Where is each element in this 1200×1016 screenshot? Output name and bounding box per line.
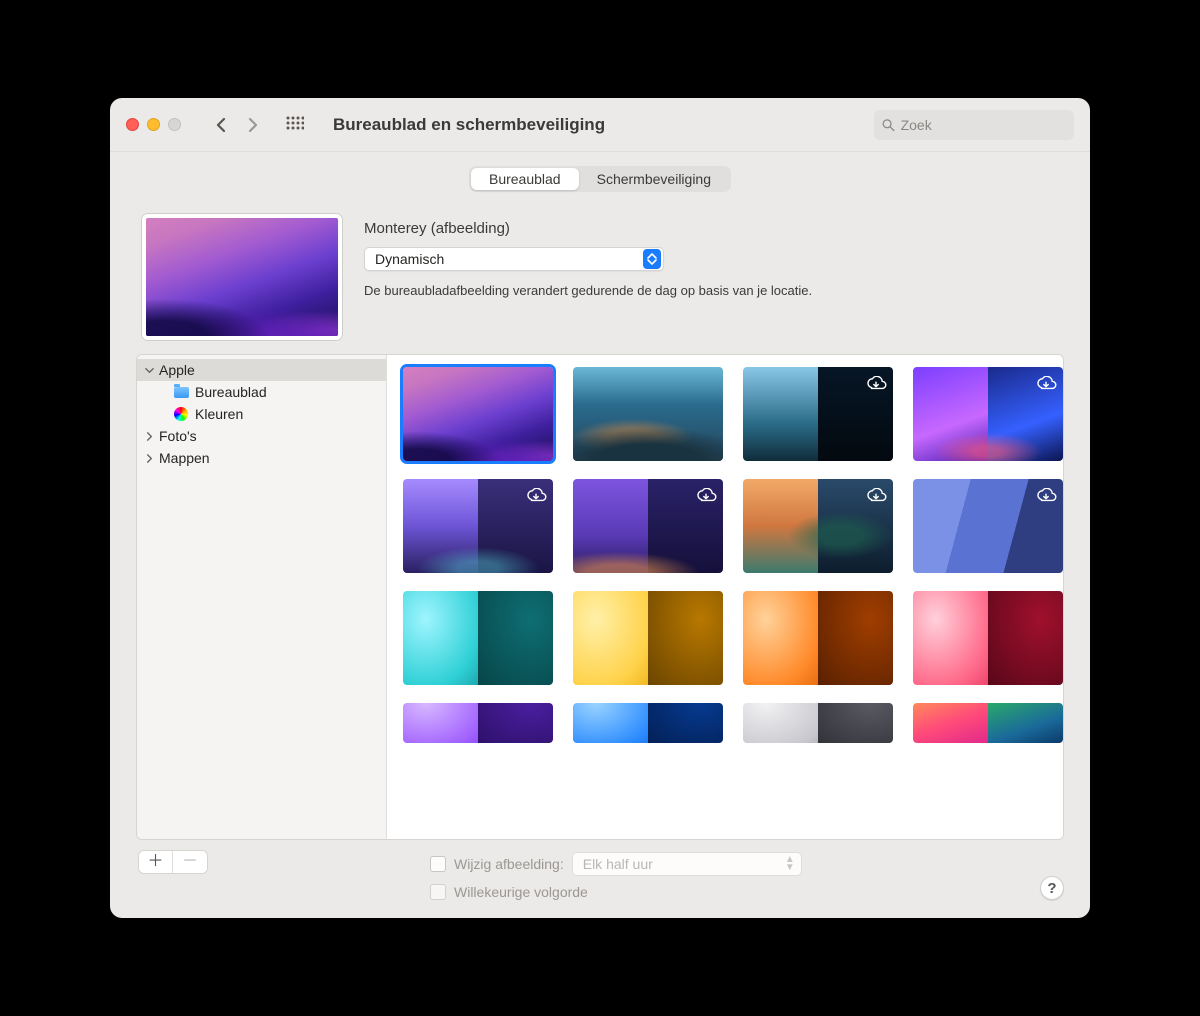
appearance-popup[interactable]: Dynamisch: [364, 247, 664, 271]
popup-arrows-icon: [643, 249, 661, 269]
wallpaper-thumb[interactable]: [403, 591, 553, 685]
random-order-checkbox: [430, 884, 446, 900]
chevron-right-icon: [143, 432, 155, 441]
color-wheel-icon: [173, 406, 189, 422]
wallpaper-thumb[interactable]: [743, 367, 893, 461]
change-interval-popup: Elk half uur ▲▼: [572, 852, 802, 876]
popup-arrows-icon: ▲▼: [785, 856, 795, 872]
wallpaper-thumb[interactable]: [573, 479, 723, 573]
preview-row: Monterey (afbeelding) Dynamisch De burea…: [136, 206, 1064, 354]
wallpaper-description: De bureaubladafbeelding verandert gedure…: [364, 283, 1064, 298]
download-icon[interactable]: [1035, 373, 1057, 395]
wallpaper-thumb[interactable]: [403, 367, 553, 461]
wallpaper-thumb[interactable]: [573, 591, 723, 685]
wallpaper-thumb[interactable]: [743, 703, 893, 743]
download-icon[interactable]: [525, 485, 547, 507]
source-sidebar: Apple Bureaublad Kleuren Foto's: [137, 355, 387, 839]
close-button[interactable]: [126, 118, 139, 131]
wallpaper-grid[interactable]: [387, 355, 1063, 839]
search-input[interactable]: [901, 117, 1066, 133]
wallpaper-thumb[interactable]: [913, 591, 1063, 685]
search-icon: [882, 118, 895, 132]
sidebar-item-colors[interactable]: Kleuren: [137, 403, 386, 425]
change-picture-label: Wijzig afbeelding:: [454, 856, 564, 872]
sidebar-item-label: Mappen: [159, 450, 210, 466]
wallpaper-thumb[interactable]: [743, 591, 893, 685]
random-order-label: Willekeurige volgorde: [454, 884, 588, 900]
download-icon[interactable]: [865, 373, 887, 395]
zoom-button: [168, 118, 181, 131]
add-remove-buttons: ＋ －: [138, 850, 208, 874]
tab-screensaver[interactable]: Schermbeveiliging: [579, 168, 729, 190]
sidebar-item-label: Kleuren: [195, 406, 243, 422]
download-icon[interactable]: [1035, 485, 1057, 507]
wallpaper-thumb[interactable]: [573, 367, 723, 461]
appearance-popup-value: Dynamisch: [375, 251, 444, 267]
bottom-controls: ＋ － Wijzig afbeelding: Elk half uur ▲▼ W…: [136, 840, 1064, 900]
source-split: Apple Bureaublad Kleuren Foto's: [136, 354, 1064, 840]
wallpaper-thumb[interactable]: [403, 703, 553, 743]
sidebar-item-desktop[interactable]: Bureaublad: [137, 381, 386, 403]
search-field[interactable]: [874, 110, 1074, 140]
chevron-down-icon: [143, 366, 155, 375]
wallpaper-name: Monterey (afbeelding): [364, 220, 1064, 237]
download-icon[interactable]: [865, 485, 887, 507]
toolbar: Bureaublad en schermbeveiliging: [110, 98, 1090, 152]
forward-button: [239, 111, 267, 139]
tab-bar: Bureaublad Schermbeveiliging: [110, 152, 1090, 200]
help-button[interactable]: ?: [1040, 876, 1064, 900]
content-pane: Monterey (afbeelding) Dynamisch De burea…: [136, 206, 1064, 900]
back-button[interactable]: [207, 111, 235, 139]
preferences-window: Bureaublad en schermbeveiliging Bureaubl…: [110, 98, 1090, 918]
show-all-button[interactable]: [281, 111, 309, 139]
sidebar-item-folders[interactable]: Mappen: [137, 447, 386, 469]
wallpaper-thumb[interactable]: [743, 479, 893, 573]
wallpaper-thumb[interactable]: [913, 703, 1063, 743]
wallpaper-thumb[interactable]: [403, 479, 553, 573]
sidebar-item-label: Bureaublad: [195, 384, 267, 400]
download-icon[interactable]: [695, 485, 717, 507]
folder-icon: [173, 384, 189, 400]
wallpaper-thumb[interactable]: [913, 479, 1063, 573]
remove-folder-button: －: [173, 851, 207, 873]
add-folder-button[interactable]: ＋: [139, 851, 173, 873]
sidebar-item-label: Foto's: [159, 428, 197, 444]
change-picture-checkbox[interactable]: [430, 856, 446, 872]
minimize-button[interactable]: [147, 118, 160, 131]
sidebar-item-label: Apple: [159, 362, 195, 378]
sidebar-item-photos[interactable]: Foto's: [137, 425, 386, 447]
tab-segment: Bureaublad Schermbeveiliging: [469, 166, 731, 192]
wallpaper-thumb[interactable]: [913, 367, 1063, 461]
sidebar-item-apple[interactable]: Apple: [137, 359, 386, 381]
window-title: Bureaublad en schermbeveiliging: [333, 115, 605, 135]
tab-desktop[interactable]: Bureaublad: [471, 168, 579, 190]
change-interval-value: Elk half uur: [583, 856, 653, 872]
window-controls: [126, 118, 181, 131]
chevron-right-icon: [143, 454, 155, 463]
nav-arrows: [207, 111, 267, 139]
current-wallpaper-preview: [142, 214, 342, 340]
wallpaper-thumb[interactable]: [573, 703, 723, 743]
